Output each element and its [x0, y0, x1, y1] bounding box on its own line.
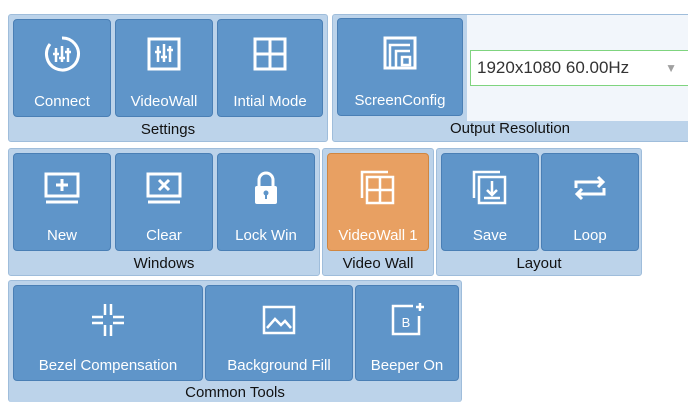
- new-button[interactable]: New: [13, 153, 111, 251]
- video-wall-group: VideoWall 1 Video Wall: [322, 148, 434, 276]
- new-label: New: [46, 227, 77, 244]
- svg-text:B: B: [402, 315, 411, 330]
- connect-icon: [45, 36, 80, 72]
- common-tools-group: Bezel Compensation Background Fill B Bee…: [8, 280, 462, 402]
- dropdown-arrow-icon: ▼: [665, 61, 677, 75]
- windows-group: New Clear Lock Win Windows: [8, 148, 320, 276]
- windows-group-label: Windows: [133, 255, 195, 272]
- save-button[interactable]: Save: [441, 153, 539, 251]
- connect-button[interactable]: Connect: [13, 19, 111, 117]
- beeper-icon: B: [391, 303, 424, 336]
- output-resolution-label: Output Resolution: [449, 120, 571, 137]
- loop-icon: [574, 175, 606, 201]
- image-icon: [262, 305, 296, 335]
- clear-label: Clear: [146, 227, 182, 244]
- save-icon: [472, 170, 507, 205]
- top-strip: [0, 0, 688, 14]
- beeper-on-button[interactable]: B Beeper On: [355, 285, 459, 381]
- lock-icon: [255, 171, 277, 204]
- videowall-1-button[interactable]: VideoWall 1: [327, 153, 429, 251]
- bezel-compensation-button[interactable]: Bezel Compensation: [13, 285, 203, 381]
- video-wall-group-label: Video Wall: [342, 255, 414, 272]
- settings-group: Connect VideoWall Intial Mode Settings: [8, 14, 328, 142]
- bezel-compensation-icon: [92, 304, 124, 336]
- new-window-icon: [44, 172, 80, 204]
- clear-window-icon: [146, 172, 182, 204]
- screenconfig-label: ScreenConfig: [354, 92, 446, 109]
- lock-win-button[interactable]: Lock Win: [217, 153, 315, 251]
- videowall-button[interactable]: VideoWall: [115, 19, 213, 117]
- grid-icon: [253, 37, 287, 71]
- lock-win-label: Lock Win: [235, 227, 297, 244]
- resolution-value: 1920x1080 60.00Hz: [477, 58, 630, 77]
- loop-button[interactable]: Loop: [541, 153, 639, 251]
- beeper-on-label: Beeper On: [370, 357, 444, 374]
- screenconfig-icon: [383, 36, 417, 70]
- videowall-label: VideoWall: [130, 93, 198, 110]
- bezel-compensation-label: Bezel Compensation: [38, 357, 178, 374]
- common-tools-group-label: Common Tools: [185, 384, 285, 401]
- videowall-icon: [147, 37, 181, 71]
- videowall-1-label: VideoWall 1: [338, 227, 418, 244]
- layout-group: Save Loop Layout: [436, 148, 642, 276]
- save-label: Save: [472, 227, 508, 244]
- initial-mode-button[interactable]: Intial Mode: [217, 19, 323, 117]
- background-fill-label: Background Fill: [227, 357, 331, 374]
- clear-button[interactable]: Clear: [115, 153, 213, 251]
- connect-label: Connect: [34, 93, 90, 110]
- initial-mode-label: Intial Mode: [233, 93, 307, 110]
- loop-label: Loop: [573, 227, 607, 244]
- screenconfig-button[interactable]: ScreenConfig: [337, 18, 463, 116]
- resolution-select[interactable]: 1920x1080 60.00Hz ▼: [470, 50, 688, 86]
- layout-group-label: Layout: [516, 255, 562, 272]
- videowall-layout-icon: [360, 170, 395, 205]
- settings-group-label: Settings: [140, 121, 196, 138]
- background-fill-button[interactable]: Background Fill: [205, 285, 353, 381]
